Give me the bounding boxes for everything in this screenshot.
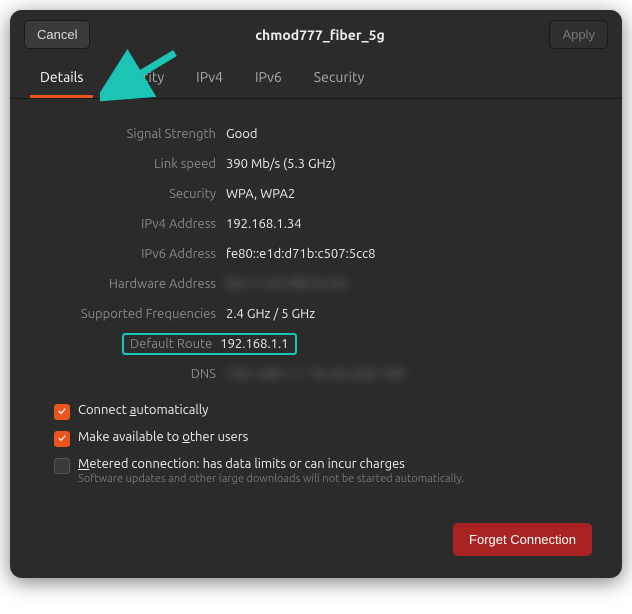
value-link-speed: 390 Mb/s (5.3 GHz)	[226, 157, 336, 171]
checkbox-section: Connect automatically Make available to …	[54, 403, 592, 485]
details-panel: Signal Strength Good Link speed 390 Mb/s…	[10, 99, 622, 513]
label-dns: DNS	[40, 367, 226, 381]
tab-details[interactable]: Details	[30, 59, 93, 98]
value-ipv4: 192.168.1.34	[226, 217, 302, 231]
row-frequencies: Supported Frequencies 2.4 GHz / 5 GHz	[40, 303, 592, 325]
row-metered: Metered connection: has data limits or c…	[54, 457, 592, 485]
label-hardware-address: Hardware Address	[40, 277, 226, 291]
network-settings-window: Cancel chmod777_fiber_5g Apply Details I…	[10, 10, 622, 578]
value-dns: 192.168.1.1 10.20.220.199	[226, 367, 405, 381]
row-connect-automatically: Connect automatically	[54, 403, 592, 420]
label-frequencies: Supported Frequencies	[40, 307, 226, 321]
row-dns: DNS 192.168.1.1 10.20.220.199	[40, 363, 592, 385]
sublabel-metered: Software updates and other large downloa…	[78, 473, 464, 485]
label-make-available: Make available to other users	[78, 430, 248, 444]
value-security: WPA, WPA2	[226, 187, 295, 201]
row-ipv6: IPv6 Address fe80::e1d:d71b:c507:5cc8	[40, 243, 592, 265]
label-ipv6: IPv6 Address	[40, 247, 226, 261]
row-signal-strength: Signal Strength Good	[40, 123, 592, 145]
label-security: Security	[40, 187, 226, 201]
row-ipv4: IPv4 Address 192.168.1.34	[40, 213, 592, 235]
label-connect-automatically: Connect automatically	[78, 403, 208, 417]
window-title: chmod777_fiber_5g	[255, 27, 385, 43]
row-security: Security WPA, WPA2	[40, 183, 592, 205]
default-route-highlight: Default Route 192.168.1.1	[122, 333, 297, 355]
label-link-speed: Link speed	[40, 157, 226, 171]
row-link-speed: Link speed 390 Mb/s (5.3 GHz)	[40, 153, 592, 175]
tab-identity[interactable]: Identity	[105, 59, 174, 98]
label-metered: Metered connection: has data limits or c…	[78, 457, 464, 471]
label-default-route: Default Route	[130, 337, 220, 351]
value-hardware-address: 00:11:22:FB:33:44	[226, 277, 347, 291]
row-make-available: Make available to other users	[54, 430, 592, 447]
label-signal-strength: Signal Strength	[40, 127, 226, 141]
value-default-route: 192.168.1.1	[220, 337, 288, 351]
value-frequencies: 2.4 GHz / 5 GHz	[226, 307, 315, 321]
row-default-route: Default Route 192.168.1.1	[40, 333, 592, 355]
checkbox-connect-automatically[interactable]	[54, 404, 70, 420]
checkbox-metered[interactable]	[54, 458, 70, 474]
cancel-button[interactable]: Cancel	[24, 20, 90, 49]
row-hardware-address: Hardware Address 00:11:22:FB:33:44	[40, 273, 592, 295]
footer: Forget Connection	[10, 513, 622, 578]
tabs: Details Identity IPv4 IPv6 Security	[10, 59, 622, 99]
titlebar: Cancel chmod777_fiber_5g Apply	[10, 10, 622, 59]
forget-connection-button[interactable]: Forget Connection	[453, 523, 592, 556]
checkbox-make-available[interactable]	[54, 431, 70, 447]
tab-security[interactable]: Security	[304, 59, 375, 98]
apply-button[interactable]: Apply	[549, 20, 608, 49]
tab-ipv4[interactable]: IPv4	[186, 59, 233, 98]
value-signal-strength: Good	[226, 127, 257, 141]
label-ipv4: IPv4 Address	[40, 217, 226, 231]
value-ipv6: fe80::e1d:d71b:c507:5cc8	[226, 247, 376, 261]
tab-ipv6[interactable]: IPv6	[245, 59, 292, 98]
